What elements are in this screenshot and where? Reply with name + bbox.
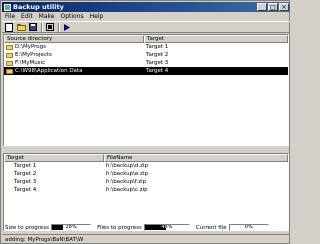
source-cell: D:\MyProgs — [15, 44, 47, 50]
files-progress-label: Files to progress — [97, 224, 142, 231]
source-table-header: Source directory Target — [4, 35, 288, 43]
toolbar-separator-2 — [58, 22, 60, 32]
target-cell: Target 4 — [146, 68, 169, 74]
title-bar: Backup utility _ □ × — [2, 2, 290, 12]
current-file-progress-text: 0% — [244, 224, 253, 230]
menu-bar: File Edit Make Options Help — [2, 12, 290, 21]
table-row[interactable]: Target 4 h:\backup\c.zip — [4, 186, 288, 194]
run-arrow-icon[interactable] — [62, 22, 72, 32]
table-row[interactable]: D:\MyProgs Target 1 — [4, 43, 288, 51]
column-target[interactable]: Target — [4, 154, 104, 162]
files-progress-text: 48% — [161, 224, 173, 230]
toolbar-separator — [41, 22, 43, 32]
menu-make[interactable]: Make — [36, 13, 58, 20]
target-cell: Target 3 — [146, 60, 169, 66]
size-progress-bar: 28% — [51, 224, 92, 231]
table-row[interactable]: F:\MyMusic Target 3 — [4, 59, 288, 67]
size-progress-text: 28% — [65, 224, 77, 230]
toolbar — [2, 21, 290, 33]
target-cell: Target 4 — [14, 187, 37, 193]
backup-utility-window: Backup utility _ □ × File Edit Make Opti… — [0, 0, 290, 244]
size-progress-label: Size to progress — [5, 224, 50, 231]
target-cell: Target 2 — [146, 52, 169, 58]
message-bar: adding: MyProgs\BaN\BAT\W — [2, 234, 290, 244]
minimize-button[interactable]: _ — [257, 3, 267, 11]
target-cell: Target 1 — [14, 163, 37, 169]
files-progress-bar: 48% — [143, 224, 190, 231]
source-target-table: Source directory Target D:\MyProgs Targe… — [3, 34, 289, 146]
file-table-header: Target FileName — [4, 154, 288, 162]
filename-cell: h:\backup\e.zip — [106, 171, 148, 177]
column-target[interactable]: Target — [144, 35, 288, 43]
folder-icon — [6, 60, 13, 66]
folder-icon — [6, 44, 13, 50]
maximize-button[interactable]: □ — [268, 3, 278, 11]
current-file-progress-bar: 0% — [228, 224, 269, 231]
source-cell: C:\W98\Application Data — [15, 68, 83, 74]
menu-edit[interactable]: Edit — [18, 13, 36, 20]
table-row[interactable]: E:\MyProjects Target 2 — [4, 51, 288, 59]
menu-help[interactable]: Help — [87, 13, 107, 20]
window-title: Backup utility — [13, 3, 64, 11]
table-row-selected[interactable]: C:\W98\Application Data Target 4 — [4, 67, 288, 75]
menu-options[interactable]: Options — [57, 13, 86, 20]
filename-cell: h:\backup\c.zip — [106, 187, 148, 193]
open-folder-icon[interactable] — [16, 22, 26, 32]
column-filename[interactable]: FileName — [104, 154, 288, 162]
target-cell: Target 3 — [14, 179, 37, 185]
current-file-label: Current file — [195, 224, 227, 231]
target-file-table: Target FileName Target 1 h:\backup\d.zip… — [3, 153, 289, 231]
column-source-directory[interactable]: Source directory — [4, 35, 144, 43]
pane-splitter[interactable] — [3, 147, 289, 152]
folder-icon — [6, 52, 13, 58]
table-row[interactable]: Target 1 h:\backup\d.zip — [4, 162, 288, 170]
target-cell: Target 2 — [14, 171, 37, 177]
table-row[interactable]: Target 2 h:\backup\e.zip — [4, 170, 288, 178]
target-cell: Target 1 — [146, 44, 169, 50]
menu-file[interactable]: File — [2, 13, 18, 20]
folder-icon — [6, 68, 13, 74]
filename-cell: h:\backup\f.zip — [106, 179, 147, 185]
source-cell: F:\MyMusic — [15, 60, 46, 66]
settings-icon[interactable] — [45, 22, 55, 32]
table-row[interactable]: Target 3 h:\backup\f.zip — [4, 178, 288, 186]
progress-status-bar: Size to progress 28% Files to progress 4… — [2, 223, 290, 232]
status-message: adding: MyProgs\BaN\BAT\W — [5, 236, 84, 243]
close-button[interactable]: × — [279, 3, 289, 11]
source-cell: E:\MyProjects — [15, 52, 52, 58]
app-icon — [4, 3, 11, 11]
filename-cell: h:\backup\d.zip — [106, 163, 149, 169]
new-file-icon[interactable] — [4, 22, 14, 32]
save-disk-icon[interactable] — [28, 22, 38, 32]
